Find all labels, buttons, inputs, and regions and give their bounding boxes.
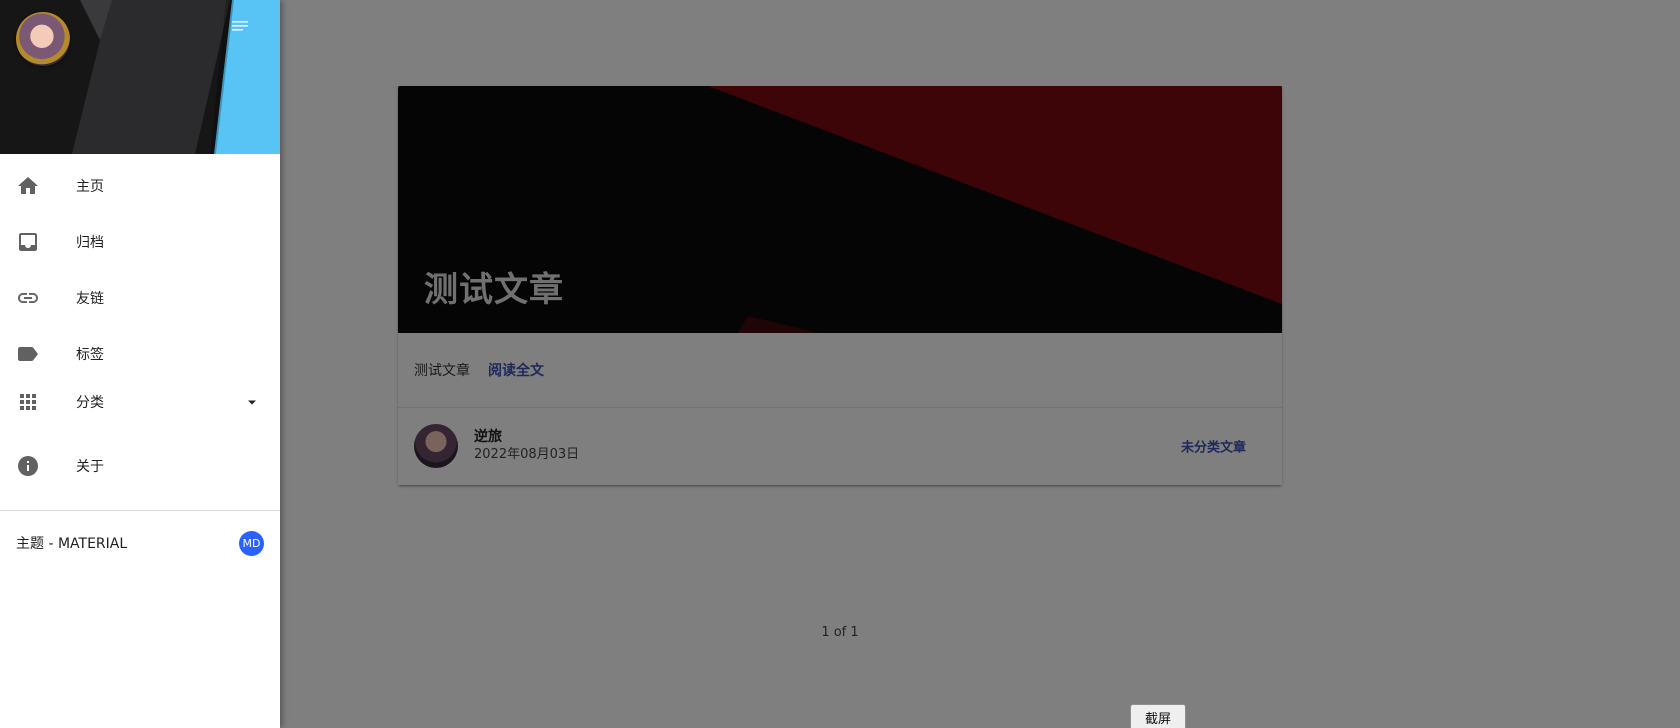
link-icon [17,287,39,309]
theme-badge[interactable]: MD [239,530,264,556]
drawer-menu: 主页 归档 友链 标签 分类 关于 [0,158,280,494]
inbox-icon [17,231,39,253]
theme-label: 主题 - MATERIAL [16,536,128,552]
drawer-header [0,0,280,154]
profile-avatar[interactable] [16,12,70,66]
menu-label-tags: 标签 [76,347,104,363]
menu-label-about: 关于 [76,459,104,475]
menu-label-categories: 分类 [76,395,104,411]
label-icon [17,343,39,365]
screenshot-button[interactable]: 截屏 [1130,704,1186,728]
caret-down-icon[interactable] [246,396,258,408]
nav-drawer: 主页 归档 友链 标签 分类 关于 主题 - MATERIAL MD [0,0,280,728]
menu-item-links[interactable]: 友链 [0,270,280,326]
menu-item-categories[interactable]: 分类 [0,382,280,422]
menu-toggle-button[interactable] [232,20,256,44]
menu-label-links: 友链 [76,291,104,307]
menu-label-archive: 归档 [76,235,104,251]
page: 测试文章 测试文章 阅读全文 逆旅 2022年08月03日 未分类文章 1 of… [0,0,1680,728]
menu-item-about[interactable]: 关于 [0,438,280,494]
menu-item-home[interactable]: 主页 [0,158,280,214]
apps-icon [17,391,39,413]
info-icon [17,455,39,477]
menu-label-home: 主页 [76,179,104,195]
theme-switcher[interactable]: 主题 - MATERIAL MD [0,511,280,575]
home-icon [17,175,39,197]
menu-lines-icon [232,21,248,31]
menu-item-archive[interactable]: 归档 [0,214,280,270]
menu-item-tags[interactable]: 标签 [0,326,280,382]
